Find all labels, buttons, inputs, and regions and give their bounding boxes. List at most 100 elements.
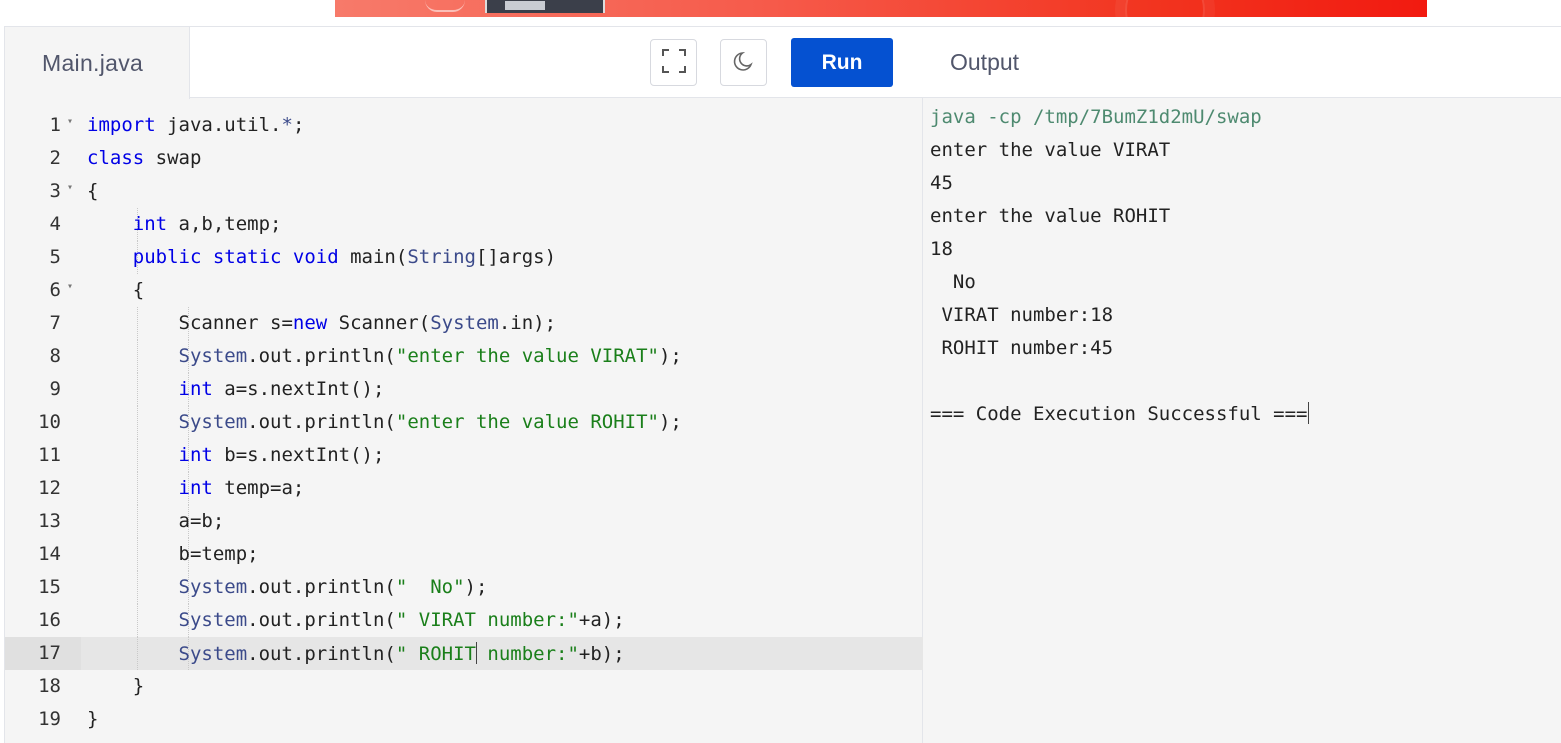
code-line[interactable]: 5 public static void main(String[]args) (5, 241, 923, 274)
code-line-content[interactable] (81, 736, 923, 743)
code-line[interactable]: 3 ▾ { (5, 175, 923, 208)
line-number-gutter: 14 (5, 538, 81, 571)
line-number: 10 (38, 411, 61, 433)
line-number: 16 (38, 609, 61, 631)
code-line-content[interactable]: a=b; (81, 505, 923, 538)
code-line[interactable]: 1 ▾ import java.util.*; (5, 109, 923, 142)
code-token: b=temp; (87, 543, 259, 565)
code-line[interactable]: 2 class swap (5, 142, 923, 175)
line-number: 15 (38, 576, 61, 598)
code-line[interactable]: 10 System.out.println("enter the value R… (5, 406, 923, 439)
code-token: System (178, 609, 248, 631)
banner-decoration (425, 0, 465, 12)
output-line: 45 (930, 168, 1308, 201)
line-number: 18 (38, 675, 61, 697)
output-line: No (930, 267, 1308, 300)
code-line-content[interactable]: { (81, 175, 923, 208)
code-line-content[interactable]: Scanner s=new Scanner(System.in); (81, 307, 923, 340)
code-line[interactable]: 13 a=b; (5, 505, 923, 538)
code-token: } (87, 708, 99, 730)
code-line-content[interactable]: System.out.println("enter the value VIRA… (81, 340, 923, 373)
code-token: System (178, 411, 248, 433)
fold-arrow-icon[interactable]: ▾ (67, 281, 73, 292)
code-text: { (87, 279, 144, 301)
code-token: "enter the value ROHIT" (395, 411, 659, 433)
editor-pane: Main.java Run 1 ▾ import java.util.*; 2 clas… (5, 27, 923, 743)
line-number-gutter: 20 (5, 736, 81, 743)
code-line[interactable]: 8 System.out.println("enter the value VI… (5, 340, 923, 373)
code-token: class (87, 147, 145, 169)
code-line-content[interactable]: public static void main(String[]args) (81, 241, 923, 274)
code-line-content[interactable]: } (81, 670, 923, 703)
code-text: System.out.println("enter the value ROHI… (87, 411, 682, 433)
code-line[interactable]: 18 } (5, 670, 923, 703)
code-token: System (178, 643, 248, 665)
code-line[interactable]: 17 System.out.println(" ROHIT number:"+b… (5, 637, 923, 670)
code-text: } (87, 708, 98, 730)
output-command-line: java -cp /tmp/7BumZ1d2mU/swap (930, 102, 1308, 135)
fold-arrow-icon[interactable]: ▾ (67, 116, 73, 127)
code-token: swap (144, 147, 202, 169)
code-line-content[interactable]: { (81, 274, 923, 307)
output-line: enter the value ROHIT (930, 201, 1308, 234)
file-tab-main-java[interactable]: Main.java (5, 27, 190, 99)
code-line[interactable]: 15 System.out.println(" No"); (5, 571, 923, 604)
output-line: === Code Execution Successful === (930, 399, 1309, 432)
ad-banner[interactable] (335, 0, 1427, 17)
code-token: System (178, 345, 248, 367)
fullscreen-icon (661, 48, 687, 78)
code-line-content[interactable]: int a=s.nextInt(); (81, 373, 923, 406)
line-number: 4 (49, 213, 61, 235)
code-token: import (87, 114, 156, 136)
line-number-gutter: 12 (5, 472, 81, 505)
code-line[interactable]: 14 b=temp; (5, 538, 923, 571)
code-line[interactable]: 6 ▾ { (5, 274, 923, 307)
code-token: " No" (395, 576, 465, 598)
code-line[interactable]: 19} (5, 703, 923, 736)
code-line-content[interactable]: b=temp; (81, 538, 923, 571)
code-token: java.util. (155, 114, 282, 136)
code-line[interactable]: 16 System.out.println(" VIRAT number:"+a… (5, 604, 923, 637)
output-text: === Code Execution Successful === (930, 403, 1308, 425)
code-line[interactable]: 12 int temp=a; (5, 472, 923, 505)
output-text: ROHIT number:45 (930, 337, 1114, 359)
code-token: int (178, 444, 213, 466)
code-line[interactable]: 20 (5, 736, 923, 743)
code-line[interactable]: 7 Scanner s=new Scanner(System.in); (5, 307, 923, 340)
code-token: * (281, 114, 293, 136)
code-token: +b); (578, 643, 625, 665)
line-number: 3 (49, 180, 61, 202)
output-text: No (930, 271, 976, 293)
code-token: { (87, 180, 99, 202)
line-number: 7 (49, 312, 61, 334)
code-line-content[interactable]: } (81, 703, 923, 736)
code-line[interactable]: 9 int a=s.nextInt(); (5, 373, 923, 406)
theme-toggle-button[interactable] (720, 39, 767, 86)
code-text: int b=s.nextInt(); (87, 444, 385, 466)
line-number: 8 (49, 345, 61, 367)
code-line-content[interactable]: System.out.println("enter the value ROHI… (81, 406, 923, 439)
code-text: System.out.println(" VIRAT number:"+a); (87, 609, 625, 631)
code-line-content[interactable]: System.out.println(" VIRAT number:"+a); (81, 604, 923, 637)
code-line[interactable]: 11 int b=s.nextInt(); (5, 439, 923, 472)
code-line-content[interactable]: import java.util.*; (81, 109, 923, 142)
code-editor[interactable]: 1 ▾ import java.util.*; 2 class swap 3 ▾{4 int… (5, 99, 923, 743)
code-line-content[interactable]: int b=s.nextInt(); (81, 439, 923, 472)
output-text: 18 (930, 238, 953, 260)
fold-arrow-icon[interactable]: ▾ (67, 182, 73, 193)
run-button[interactable]: Run (791, 38, 893, 87)
fullscreen-button[interactable] (650, 39, 697, 86)
code-line[interactable]: 4 int a,b,temp; (5, 208, 923, 241)
output-console: java -cp /tmp/7BumZ1d2mU/swap enter the v… (930, 102, 1309, 432)
code-line-content[interactable]: System.out.println(" No"); (81, 571, 923, 604)
code-line-content[interactable]: System.out.println(" ROHIT number:"+b); (81, 637, 923, 670)
code-line-content[interactable]: int a,b,temp; (81, 208, 923, 241)
code-text: import java.util.*; (87, 114, 304, 136)
output-text: java -cp /tmp/7BumZ1d2mU/swap (930, 106, 1262, 128)
code-line-content[interactable]: class swap (81, 142, 923, 175)
code-line-content[interactable]: int temp=a; (81, 472, 923, 505)
code-token: a,b,temp; (167, 213, 282, 235)
